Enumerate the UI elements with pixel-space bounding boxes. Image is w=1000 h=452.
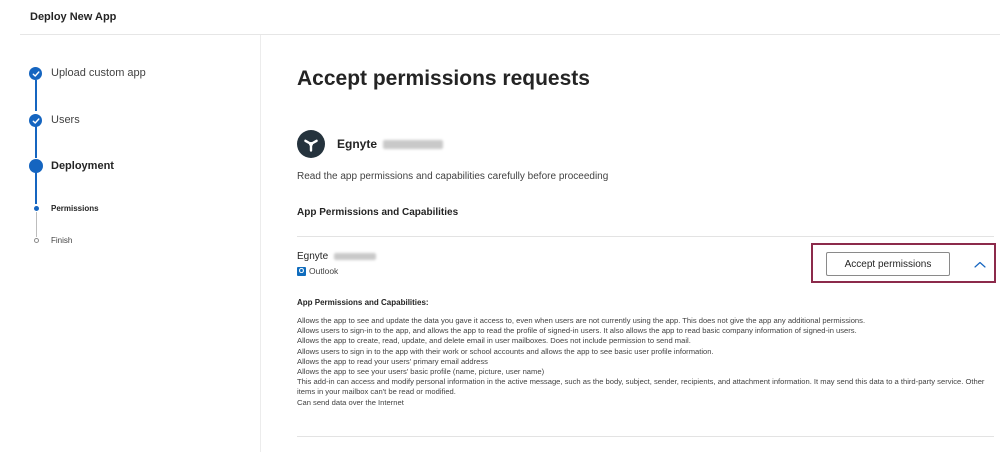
permission-item: This add-in can access and modify person… xyxy=(297,377,985,397)
step-complete-check-icon xyxy=(29,114,42,127)
permission-item-app-name: Egnyte xyxy=(297,251,329,262)
section-divider xyxy=(297,436,994,437)
header-divider xyxy=(20,34,1000,35)
permission-item: Can send data over the Internet xyxy=(297,397,404,407)
outlook-icon: O xyxy=(297,266,306,276)
app-name: Egnyte xyxy=(337,137,444,151)
page-header-title: Deploy New App xyxy=(30,11,117,23)
egnyte-logo-icon xyxy=(297,130,325,158)
intro-text: Read the app permissions and capabilitie… xyxy=(297,171,609,182)
step-users: Users xyxy=(51,114,80,126)
step-pending-dot-icon xyxy=(34,238,39,243)
redacted-text xyxy=(383,140,444,150)
permission-item-name: Egnyte xyxy=(297,251,376,262)
permission-item: Allows the app to see your users' basic … xyxy=(297,367,545,377)
chevron-up-icon[interactable] xyxy=(973,257,987,268)
permission-item: Allows the app to create, read, update, … xyxy=(297,336,691,346)
step-connector xyxy=(35,212,37,237)
section-heading: App Permissions and Capabilities xyxy=(297,207,459,218)
permission-item: Allows users to sign-in to the app, and … xyxy=(297,326,857,336)
permission-item: Allows the app to see and update the dat… xyxy=(297,316,866,325)
step-permissions: Permissions xyxy=(51,204,99,213)
sidebar-divider xyxy=(260,35,261,452)
substep-current-dot-icon xyxy=(34,206,39,211)
permission-item: Allows the app to read your users' prima… xyxy=(297,356,488,366)
page-title: Accept permissions requests xyxy=(297,67,590,90)
permission-item: Allows users to sign in to the app with … xyxy=(297,346,714,356)
app-name-text: Egnyte xyxy=(337,137,378,151)
step-connector xyxy=(35,126,37,158)
permission-item-host: O Outlook xyxy=(297,266,338,276)
host-label: Outlook xyxy=(309,266,339,276)
step-finish: Finish xyxy=(51,236,73,245)
accept-permissions-button[interactable]: Accept permissions xyxy=(826,252,950,276)
step-connector xyxy=(35,172,37,204)
permissions-list: Allows the app to see and update the dat… xyxy=(297,316,987,408)
section-divider xyxy=(297,236,994,237)
permissions-heading: App Permissions and Capabilities: xyxy=(297,298,429,307)
step-upload-custom-app: Upload custom app xyxy=(51,67,146,79)
step-current-dot-icon xyxy=(29,159,43,173)
step-deployment: Deployment xyxy=(51,160,114,172)
step-connector xyxy=(35,80,37,111)
step-complete-check-icon xyxy=(29,67,42,80)
redacted-text xyxy=(333,252,376,260)
